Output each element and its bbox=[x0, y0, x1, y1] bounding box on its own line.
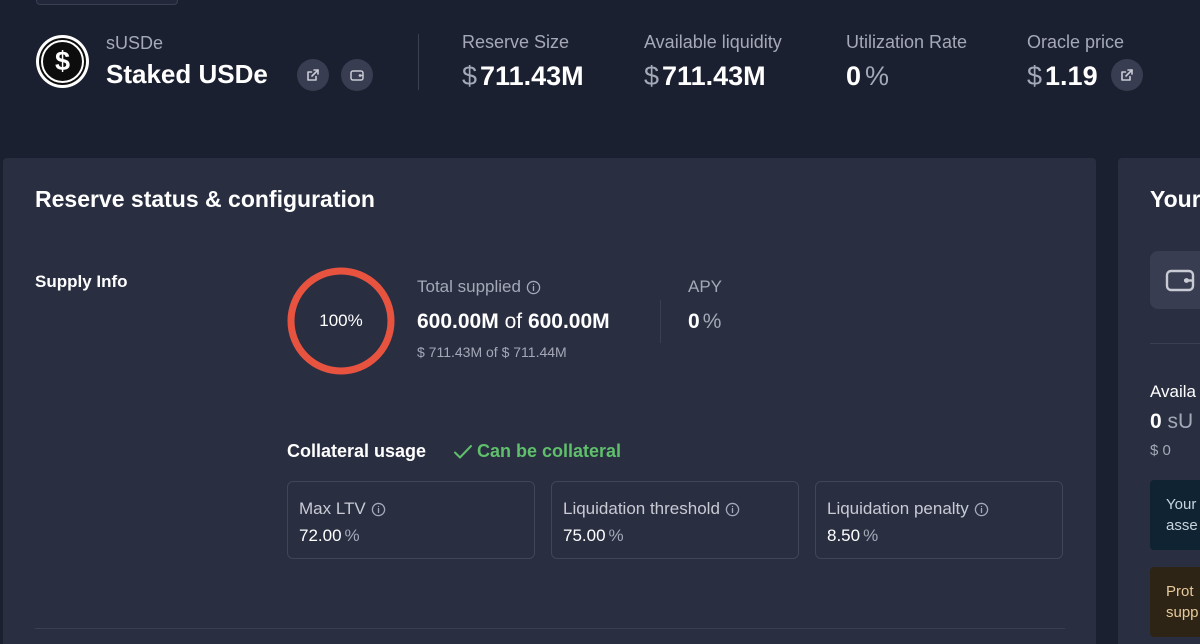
warning-notice: Prot supp bbox=[1150, 567, 1200, 637]
supply-divider bbox=[660, 300, 661, 343]
asset-name: Staked USDe bbox=[106, 59, 268, 89]
liquidation-threshold-card: Liquidation threshold 75.00% bbox=[551, 481, 799, 559]
asset-symbol: sUSDe bbox=[106, 33, 164, 53]
oracle-external-link-icon[interactable] bbox=[1111, 59, 1143, 91]
available-usd: $ 0 bbox=[1150, 442, 1171, 459]
card-label: Max LTV bbox=[299, 499, 386, 519]
total-supplied-label: Total supplied bbox=[417, 277, 541, 297]
stat-label: Utilization Rate bbox=[846, 32, 968, 52]
info-icon[interactable] bbox=[526, 280, 541, 295]
stat-value: $711.43M bbox=[462, 61, 584, 91]
stat-label: Oracle price bbox=[1027, 32, 1125, 52]
card-value: 8.50% bbox=[827, 526, 879, 545]
your-info-panel: Your Availa 0 sU $ 0 Your asse Prot supp bbox=[1118, 158, 1200, 644]
external-link-icon[interactable] bbox=[297, 59, 329, 91]
wallet-icon[interactable] bbox=[341, 59, 373, 91]
total-supplied-usd: $ 711.43M of $ 711.44M bbox=[417, 344, 567, 360]
apy-value: 0% bbox=[688, 310, 722, 333]
info-icon[interactable] bbox=[725, 502, 740, 517]
stat-reserve-size: Reserve Size $711.43M bbox=[462, 32, 584, 92]
section-divider bbox=[35, 628, 1065, 629]
header-divider bbox=[418, 34, 419, 90]
reserve-header: $ sUSDe Staked USDe Reserve Size $711.43… bbox=[0, 0, 1200, 130]
info-icon[interactable] bbox=[974, 502, 989, 517]
susde-logo-icon: $ bbox=[36, 35, 89, 88]
card-value: 72.00% bbox=[299, 526, 360, 545]
liquidation-penalty-card: Liquidation penalty 8.50% bbox=[815, 481, 1063, 559]
wallet-icon bbox=[1150, 251, 1200, 309]
info-icon[interactable] bbox=[371, 502, 386, 517]
stat-value: $711.43M bbox=[644, 61, 766, 91]
stat-available-liquidity: Available liquidity $711.43M bbox=[644, 32, 782, 92]
right-panel-divider bbox=[1150, 343, 1200, 344]
card-label: Liquidation threshold bbox=[563, 499, 740, 519]
max-ltv-card: Max LTV 72.00% bbox=[287, 481, 535, 559]
total-supplied-value: 600.00M of 600.00M bbox=[417, 310, 610, 333]
stat-oracle-price: Oracle price $1.19 bbox=[1027, 32, 1124, 92]
apy-label: APY bbox=[688, 277, 723, 296]
check-icon bbox=[454, 444, 472, 458]
stat-value: $1.19 bbox=[1027, 61, 1098, 91]
supply-cap-percent: 100% bbox=[319, 311, 363, 330]
panel-title: Reserve status & configuration bbox=[35, 186, 375, 212]
reserve-status-panel: Reserve status & configuration Supply In… bbox=[3, 158, 1096, 644]
collateral-status: Can be collateral bbox=[453, 441, 621, 462]
your-info-title: Your bbox=[1150, 186, 1200, 212]
stat-label: Reserve Size bbox=[462, 32, 570, 52]
stat-utilization-rate: Utilization Rate 0% bbox=[846, 32, 967, 92]
info-notice: Your asse bbox=[1150, 480, 1200, 550]
available-label: Availa bbox=[1150, 382, 1196, 401]
collateral-usage-label: Collateral usage bbox=[287, 441, 427, 461]
stat-label: Available liquidity bbox=[644, 32, 782, 52]
card-value: 75.00% bbox=[563, 526, 624, 545]
card-label: Liquidation penalty bbox=[827, 499, 989, 519]
supply-info-label: Supply Info bbox=[35, 272, 128, 291]
stat-value: 0% bbox=[846, 61, 890, 91]
available-amount: 0 sU bbox=[1150, 410, 1194, 433]
